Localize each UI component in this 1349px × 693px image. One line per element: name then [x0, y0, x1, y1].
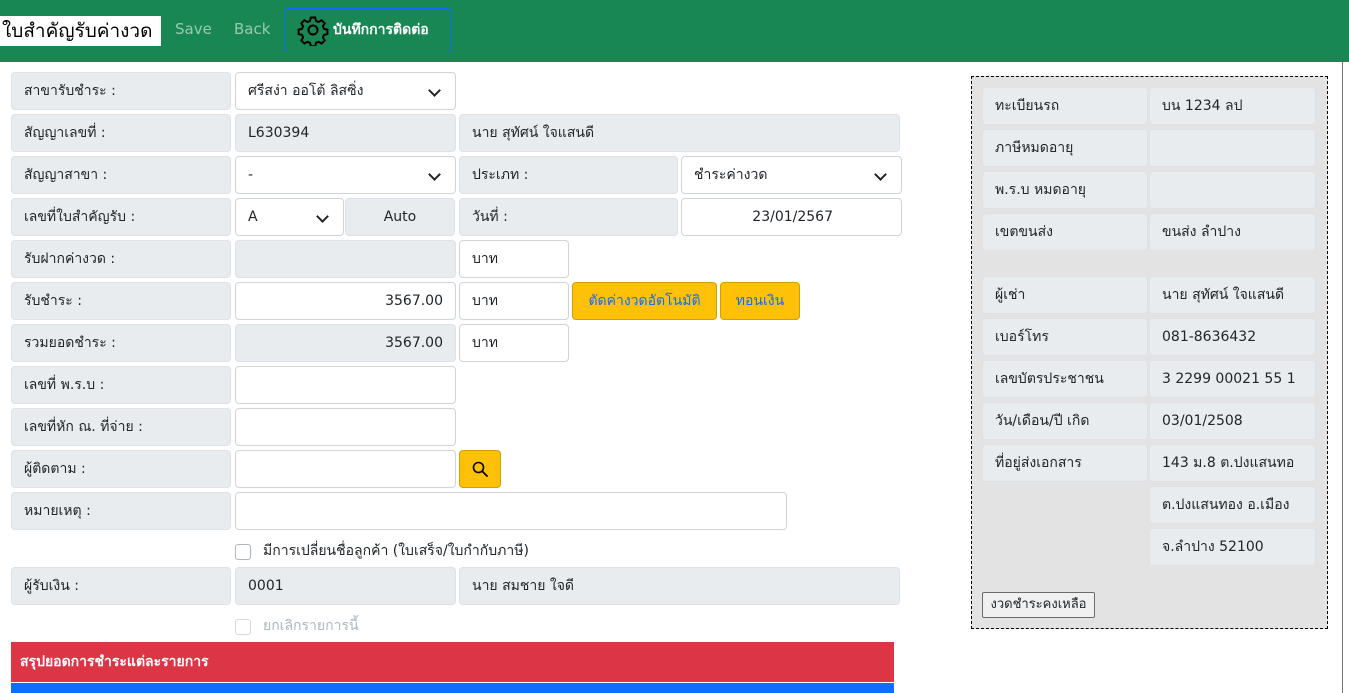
refund-button[interactable]: ทอนเงิน — [720, 282, 800, 320]
address-line-1: 143 ม.8 ต.ปงแสนทอ — [1149, 444, 1316, 482]
remaining-installments-button[interactable]: งวดชำระคงเหลือ — [982, 592, 1095, 618]
contract-no-label: สัญญาเลขที่ : — [11, 114, 231, 152]
contract-name-field: นาย สุทัศน์ ใจแสนดี — [459, 114, 900, 152]
search-icon — [472, 461, 488, 477]
receipt-prefix-select[interactable]: A — [235, 198, 344, 236]
receipt-no-label: เลขที่ใบสำคัญรับ : — [11, 198, 231, 236]
gear-icon — [297, 16, 329, 46]
branch-label: สาขารับชำระ : — [11, 72, 231, 110]
plate-label: ทะเบียนรถ — [982, 87, 1148, 125]
type-select[interactable]: ชำระค่างวด — [681, 156, 902, 194]
tax-deduct-label: เลขที่หัก ณ. ที่จ่าย : — [11, 408, 231, 446]
follower-input[interactable] — [235, 450, 456, 488]
cancel-checkbox[interactable] — [235, 619, 251, 635]
transport-zone-value: ขนส่ง ลำปาง — [1149, 213, 1316, 251]
note-input[interactable] — [235, 492, 787, 530]
total-amount-field: 3567.00 — [235, 324, 456, 362]
paid-amount-input[interactable]: 3567.00 — [235, 282, 456, 320]
receipt-auto-field: Auto — [345, 198, 455, 236]
date-field[interactable]: 23/01/2567 — [681, 198, 902, 236]
birth-date-label: วัน/เดือน/ปี เกิด — [982, 402, 1148, 440]
address-label: ที่อยู่ส่งเอกสาร — [982, 444, 1148, 482]
change-name-checkbox[interactable] — [235, 544, 251, 560]
deposit-label: รับฝากค่างวด : — [11, 240, 231, 278]
summary-table-header — [11, 683, 894, 693]
change-name-label: มีการเปลี่ยนชื่อลูกค้า (ใบเสร็จ/ใบกำกับภ… — [263, 543, 529, 559]
prb-expire-label: พ.ร.บ หมดอายุ — [982, 171, 1148, 209]
payment-summary-header: สรุปยอดการชำระแต่ละรายการ — [11, 642, 894, 682]
follower-label: ผู้ติดตาม : — [11, 450, 231, 488]
address-line-3: จ.ลำปาง 52100 — [1149, 528, 1316, 566]
receiver-label: ผู้รับเงิน : — [11, 567, 231, 605]
follower-search-button[interactable] — [459, 450, 501, 488]
transport-zone-label: เขตขนส่ง — [982, 213, 1148, 251]
contract-branch-select[interactable]: - — [235, 156, 456, 194]
tax-deduct-input[interactable] — [235, 408, 456, 446]
id-card-label: เลขบัตรประชาชน — [982, 360, 1148, 398]
id-card-value: 3 2299 00021 55 1 — [1149, 360, 1316, 398]
page-divider — [1342, 62, 1343, 693]
prb-no-input[interactable] — [235, 366, 456, 404]
date-label: วันที่ : — [459, 198, 678, 236]
receiver-code-field: 0001 — [235, 567, 456, 605]
auto-deduct-button[interactable]: ตัดค่างวดอัตโนมัติ — [572, 282, 717, 320]
phone-value: 081-8636432 — [1149, 318, 1316, 356]
birth-date-value: 03/01/2508 — [1149, 402, 1316, 440]
customer-info-panel: ทะเบียนรถ บน 1234 ลป ภาษีหมดอายุ พ.ร.บ ห… — [971, 76, 1328, 629]
plate-value: บน 1234 ลป — [1149, 87, 1316, 125]
total-label: รวมยอดชำระ : — [11, 324, 231, 362]
branch-select[interactable]: ศรีสง่า ออโต้ ลิสซิ่ง — [235, 72, 456, 110]
lessee-label: ผู้เช่า — [982, 276, 1148, 314]
address-line-2: ต.ปงแสนทอง อ.เมือง — [1149, 486, 1316, 524]
contact-log-label: บันทึกการติดต่อ — [333, 22, 429, 38]
top-navbar: ใบสำคัญรับค่างวด Save Back บันทึกการติดต… — [0, 0, 1349, 62]
type-label: ประเภท : — [459, 156, 678, 194]
phone-label: เบอร์โทร — [982, 318, 1148, 356]
note-label: หมายเหตุ : — [11, 492, 231, 530]
total-unit: บาท — [459, 324, 569, 362]
cancel-label: ยกเลิกรายการนี้ — [263, 618, 359, 634]
prb-expire-value — [1149, 171, 1316, 209]
lessee-value: นาย สุทัศน์ ใจแสนดี — [1149, 276, 1316, 314]
deposit-unit: บาท — [459, 240, 569, 278]
paid-label: รับชำระ : — [11, 282, 231, 320]
back-button[interactable]: Back — [234, 18, 270, 40]
prb-no-label: เลขที่ พ.ร.บ : — [11, 366, 231, 404]
contract-no-field: L630394 — [235, 114, 456, 152]
receiver-name-field: นาย สมชาย ใจดี — [459, 567, 900, 605]
paid-unit: บาท — [459, 282, 569, 320]
tax-expire-label: ภาษีหมดอายุ — [982, 129, 1148, 167]
contract-branch-label: สัญญาสาขา : — [11, 156, 231, 194]
page-title: ใบสำคัญรับค่างวด — [0, 16, 161, 46]
save-button[interactable]: Save — [175, 18, 212, 40]
deposit-field — [235, 240, 456, 278]
tax-expire-value — [1149, 129, 1316, 167]
contact-log-button[interactable]: บันทึกการติดต่อ — [284, 8, 452, 52]
